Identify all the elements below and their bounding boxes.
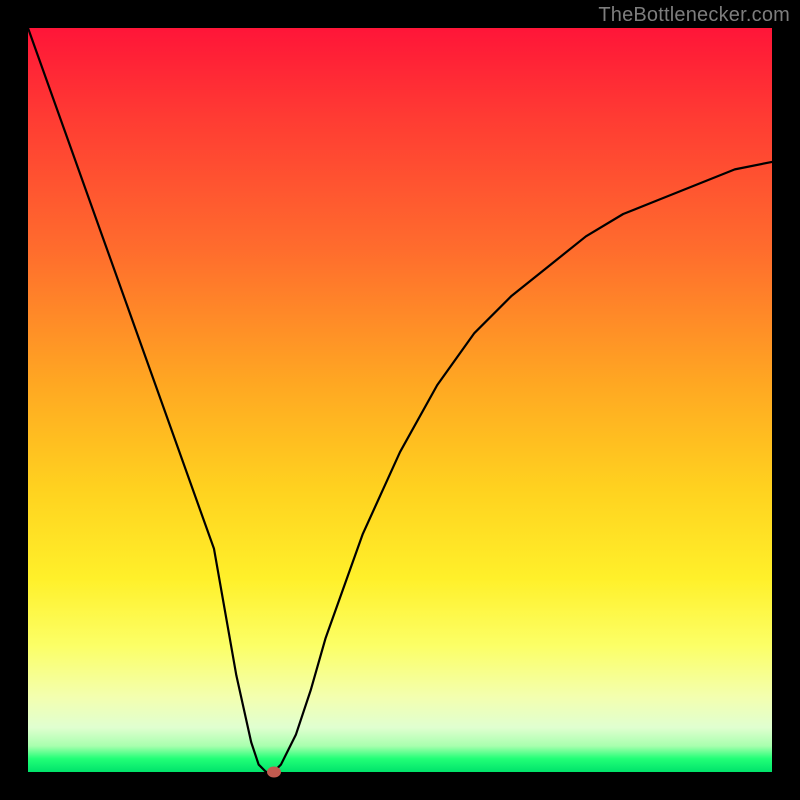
bottleneck-curve: [28, 28, 772, 772]
curve-path: [28, 28, 772, 772]
plot-area: [28, 28, 772, 772]
watermark-text: TheBottlenecker.com: [598, 4, 790, 27]
minimum-marker: [267, 767, 281, 778]
chart-frame: TheBottlenecker.com: [0, 0, 800, 800]
